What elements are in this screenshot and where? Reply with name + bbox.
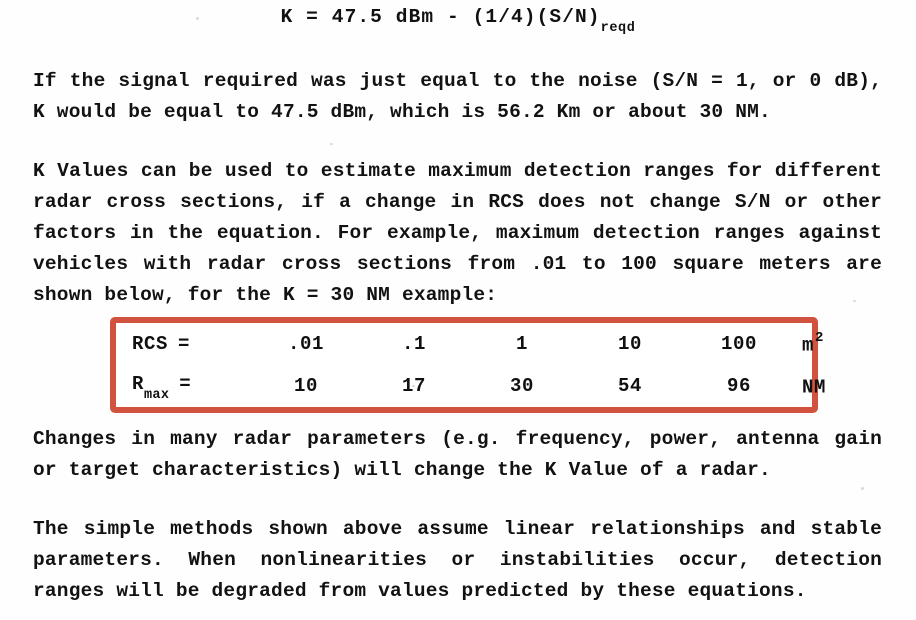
paragraph-line: vehicles with radar cross sections from … xyxy=(33,253,882,275)
unit-text: NM xyxy=(802,376,827,399)
rmax-value-cell: 10 xyxy=(293,375,318,397)
paragraph-line: or target characteristics) will change t… xyxy=(33,459,771,481)
scan-speck xyxy=(861,487,864,490)
unit-text: m xyxy=(802,334,815,357)
rcs-unit-cell: m2 xyxy=(794,323,862,365)
rcs-value-cell: 1 xyxy=(515,333,528,355)
paragraph-line: Changes in many radar parameters (e.g. f… xyxy=(33,428,882,450)
scan-speck xyxy=(330,143,333,145)
paragraph-line: K would be equal to 47.5 dBm, which is 5… xyxy=(33,101,771,123)
row-label-rmax: Rmax = xyxy=(116,365,252,407)
paragraph-line: radar cross sections, if a change in RCS… xyxy=(33,191,882,213)
equation-main-text: K = 47.5 dBm - (1/4)(S/N) xyxy=(280,6,601,28)
table-row: RCS = .01 .1 1 10 100 m2 xyxy=(116,323,862,365)
paragraph-line: shown below, for the K = 30 NM example: xyxy=(33,284,498,306)
rcs-value-cell: 10 xyxy=(617,333,642,355)
rcs-value-cell: .01 xyxy=(287,333,324,355)
rmax-value-cell: 54 xyxy=(617,375,642,397)
row-label-rcs: RCS = xyxy=(116,323,252,365)
table-row: Rmax = 10 17 30 54 96 NM xyxy=(116,365,862,407)
rcs-value-cell: 100 xyxy=(720,333,757,355)
rmax-value-cell: 96 xyxy=(726,375,751,397)
row-label-subscript: max xyxy=(144,387,170,403)
rcs-range-table: RCS = .01 .1 1 10 100 m2 Rmax = 10 17 30 5… xyxy=(116,323,862,407)
paragraph-line: The simple methods shown above assume li… xyxy=(33,518,882,540)
row-equals-sign: = xyxy=(179,373,192,396)
unit-superscript: 2 xyxy=(815,329,825,346)
equation-subscript: reqd xyxy=(600,20,636,36)
row-label-text: RCS xyxy=(132,333,169,355)
rcs-value-cell: .1 xyxy=(401,333,426,355)
rmax-value-cell: 30 xyxy=(509,375,534,397)
paragraph-line: If the signal required was just equal to… xyxy=(33,70,882,92)
paragraph-line: K Values can be used to estimate maximum… xyxy=(33,160,882,182)
rmax-value-cell: 17 xyxy=(401,375,426,397)
row-label-text: R xyxy=(132,373,145,396)
equation-k-value: K = 47.5 dBm - (1/4)(S/N)reqd xyxy=(0,6,916,36)
paragraph-k-values-usage: K Values can be used to estimate maximum… xyxy=(33,156,882,311)
paragraph-line: parameters. When nonlinearities or insta… xyxy=(33,549,882,571)
paragraph-noise-equality: If the signal required was just equal to… xyxy=(33,66,882,128)
document-page: K = 47.5 dBm - (1/4)(S/N)reqd If the sig… xyxy=(0,0,916,620)
row-equals-sign: = xyxy=(178,333,191,355)
paragraph-line: ranges will be degraded from values pred… xyxy=(33,580,807,602)
paragraph-linearity-assumptions: The simple methods shown above assume li… xyxy=(33,514,882,607)
paragraph-radar-parameter-changes: Changes in many radar parameters (e.g. f… xyxy=(33,424,882,486)
rmax-unit-cell: NM xyxy=(794,365,862,407)
rcs-highlight-box: RCS = .01 .1 1 10 100 m2 Rmax = 10 17 30 5… xyxy=(110,317,825,413)
paragraph-line: factors in the equation. For example, ma… xyxy=(33,222,882,244)
